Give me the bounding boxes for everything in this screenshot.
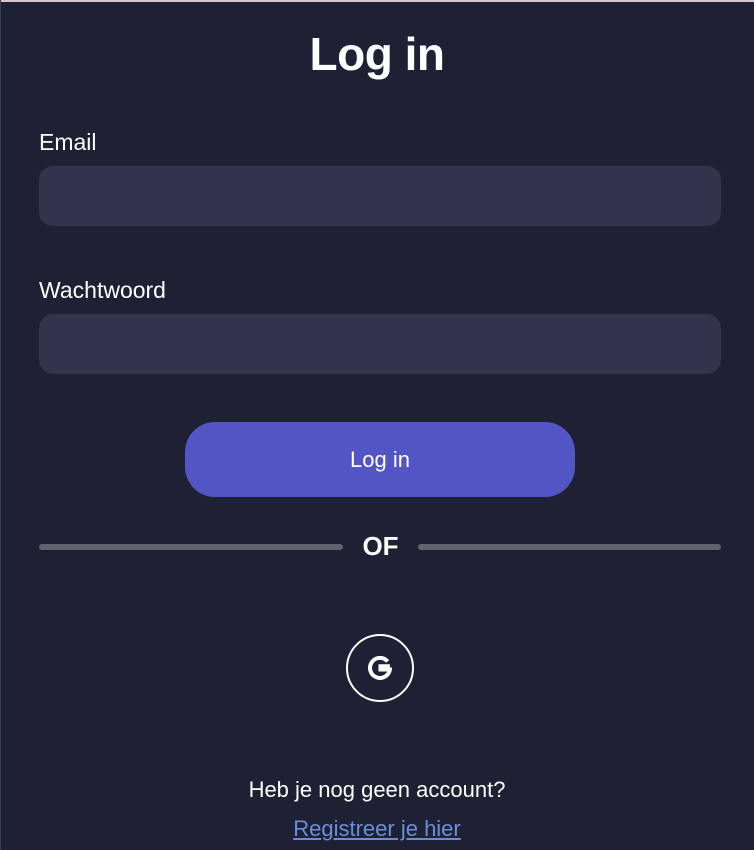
google-icon xyxy=(368,656,392,680)
register-link[interactable]: Registreer je hier xyxy=(0,815,754,843)
login-card: Log in Email Wachtwoord Log in OF Heb je… xyxy=(0,2,754,850)
divider-right-line xyxy=(418,544,721,550)
password-field[interactable] xyxy=(39,314,721,374)
no-account-text: Heb je nog geen account? xyxy=(248,777,506,802)
password-label: Wachtwoord xyxy=(39,277,166,303)
divider-left-line xyxy=(39,544,343,550)
email-label: Email xyxy=(39,129,97,155)
page-title: Log in xyxy=(309,28,445,80)
login-button[interactable]: Log in xyxy=(185,422,575,497)
email-field[interactable] xyxy=(39,166,721,226)
divider-or-text: OF xyxy=(362,531,399,561)
google-login-button[interactable] xyxy=(346,634,414,702)
